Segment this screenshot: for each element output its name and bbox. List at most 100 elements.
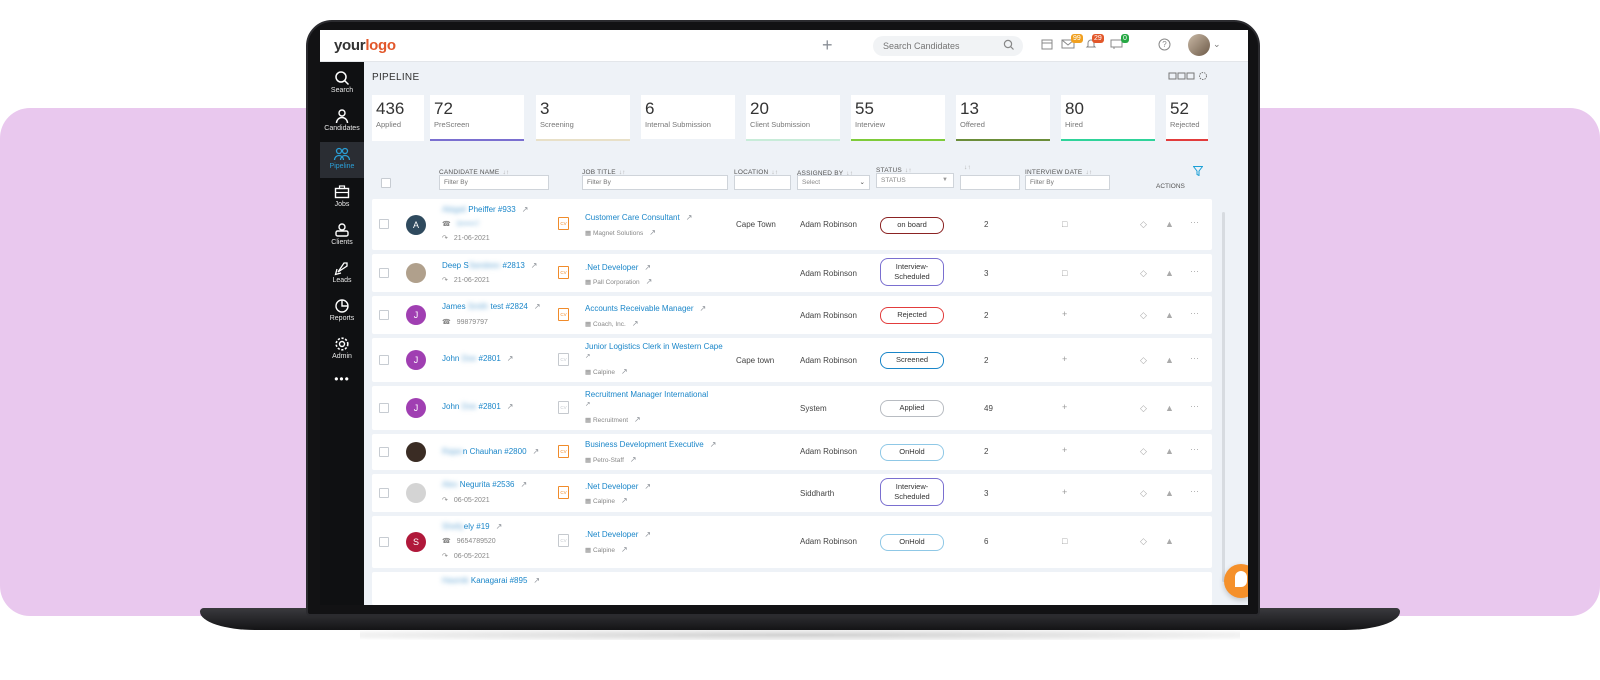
external-link-icon[interactable]: ↗ — [621, 367, 628, 376]
table-row[interactable]: Deep SSandeev #2813 ↗ ↷ 21-06-2021 CV .Net… — [372, 254, 1212, 292]
cv-icon[interactable]: CV — [558, 353, 569, 366]
chat-widget-button[interactable] — [1224, 564, 1248, 598]
candidate-name-link[interactable]: Deep SSandeev #2813 ↗ — [442, 261, 537, 270]
brand-logo[interactable]: yourlogo — [334, 37, 396, 54]
external-link-icon[interactable]: ↗ — [634, 415, 641, 424]
stat-offered[interactable]: 13 Offered — [956, 95, 1050, 141]
job-title-link[interactable]: Junior Logistics Clerk in Western Cape — [585, 342, 723, 351]
row-checkbox[interactable] — [379, 403, 389, 413]
sidebar-item-clients[interactable]: Clients — [320, 218, 364, 254]
add-plus-icon[interactable]: + — [822, 35, 833, 56]
job-title-link[interactable]: Business Development Executive ↗ — [585, 440, 716, 449]
row-checkbox[interactable] — [379, 268, 389, 278]
external-link-icon[interactable]: ↗ — [686, 213, 693, 222]
add-interview-icon[interactable]: + — [1062, 309, 1067, 319]
sidebar-item-jobs[interactable]: Jobs — [320, 180, 364, 216]
cv-icon[interactable]: CV — [558, 217, 569, 230]
user-avatar[interactable] — [1188, 34, 1210, 56]
status-badge[interactable]: on board — [880, 217, 944, 234]
external-link-icon[interactable]: ↗ — [646, 277, 653, 286]
add-interview-icon[interactable]: + — [1062, 354, 1067, 364]
tag-icon[interactable]: ◇ — [1140, 446, 1147, 457]
cv-icon[interactable]: CV — [558, 445, 569, 458]
candidate-name-link[interactable]: John Doe #2801 ↗ — [442, 402, 513, 411]
table-row[interactable]: Rajann Chauhan #2800 ↗ CV Business Develo… — [372, 434, 1212, 470]
tag-icon[interactable]: ◇ — [1140, 488, 1147, 499]
candidate-name-link[interactable]: Alex Negurita #2536 ↗ — [442, 480, 527, 489]
external-link-icon[interactable]: ↗ — [585, 352, 590, 360]
sidebar-item-admin[interactable]: Admin — [320, 332, 364, 368]
vertical-scrollbar[interactable] — [1222, 212, 1225, 582]
more-actions-icon[interactable]: ··· — [1190, 486, 1199, 496]
row-checkbox[interactable] — [379, 447, 389, 457]
sidebar-item-search[interactable]: Search — [320, 66, 364, 102]
external-link-icon[interactable]: ↗ — [533, 576, 540, 585]
more-actions-icon[interactable]: ··· — [1190, 217, 1199, 227]
external-link-icon[interactable]: ↗ — [632, 319, 639, 328]
more-actions-icon[interactable]: ··· — [1190, 444, 1199, 454]
sidebar-item-pipeline[interactable]: Pipeline — [320, 142, 364, 178]
job-title-link[interactable]: .Net Developer ↗ — [585, 530, 651, 539]
bell-icon[interactable]: ▲ — [1165, 403, 1174, 413]
external-link-icon[interactable]: ↗ — [700, 304, 707, 313]
candidate-name-link[interactable]: Abigail Pheiffer #933 ↗ — [442, 205, 528, 214]
add-interview-icon[interactable]: + — [1062, 487, 1067, 497]
table-row[interactable]: Hasmik Kanagarai #895 ↗ — [372, 572, 1212, 605]
search-icon[interactable] — [1003, 39, 1015, 51]
tag-icon[interactable]: ◇ — [1140, 536, 1147, 547]
job-filter-input[interactable] — [582, 175, 728, 190]
external-link-icon[interactable]: ↗ — [644, 482, 651, 491]
external-link-icon[interactable]: ↗ — [531, 261, 538, 270]
cv-icon[interactable]: CV — [558, 486, 569, 499]
sidebar-item-reports[interactable]: Reports — [320, 294, 364, 330]
cv-icon[interactable]: CV — [558, 534, 569, 547]
status-badge[interactable]: OnHold — [880, 444, 944, 461]
external-link-icon[interactable]: ↗ — [621, 496, 628, 505]
help-icon[interactable]: ? — [1158, 38, 1171, 51]
external-link-icon[interactable]: ↗ — [507, 402, 514, 411]
filter-icon[interactable] — [1193, 166, 1203, 176]
document-icon[interactable]: □ — [1062, 219, 1067, 229]
status-badge[interactable]: Interview-Scheduled — [880, 478, 944, 506]
external-link-icon[interactable]: ↗ — [621, 545, 628, 554]
external-link-icon[interactable]: ↗ — [710, 440, 717, 449]
job-title-link[interactable]: Recruitment Manager International — [585, 390, 708, 399]
chevron-down-icon[interactable]: ⌄ — [1213, 39, 1221, 50]
candidate-name-link[interactable]: John Doe #2801 ↗ — [442, 354, 513, 363]
cv-icon[interactable]: CV — [558, 266, 569, 279]
status-badge[interactable]: Interview-Scheduled — [880, 258, 944, 286]
candidate-name-link[interactable]: Rajann Chauhan #2800 ↗ — [442, 447, 539, 456]
more-actions-icon[interactable]: ··· — [1190, 266, 1199, 276]
status-badge[interactable]: OnHold — [880, 534, 944, 551]
sort-icon[interactable]: ↓↑ — [964, 164, 971, 171]
external-link-icon[interactable]: ↗ — [630, 455, 637, 464]
row-checkbox[interactable] — [379, 219, 389, 229]
calendar-icon[interactable] — [1041, 38, 1053, 50]
stat-prescreen[interactable]: 72 PreScreen — [430, 95, 524, 141]
external-link-icon[interactable]: ↗ — [585, 400, 590, 408]
view-toggle-icon[interactable] — [1168, 71, 1208, 81]
more-actions-icon[interactable]: ··· — [1190, 401, 1199, 411]
more-actions-icon[interactable]: ··· — [1190, 308, 1199, 318]
stat-internal-submission[interactable]: 6 Internal Submission — [641, 95, 735, 141]
external-link-icon[interactable]: ↗ — [533, 447, 540, 456]
assigned-select[interactable]: Select ⌄ — [797, 175, 870, 190]
external-link-icon[interactable]: ↗ — [496, 522, 503, 531]
tag-icon[interactable]: ◇ — [1140, 310, 1147, 321]
add-interview-icon[interactable]: + — [1062, 445, 1067, 455]
interview-date-filter-input[interactable] — [1025, 175, 1110, 190]
external-link-icon[interactable]: ↗ — [649, 228, 656, 237]
bell-icon[interactable]: ▲ — [1165, 310, 1174, 320]
bell-icon[interactable]: ▲ — [1165, 446, 1174, 456]
table-row[interactable]: Alex Negurita #2536 ↗ ↷ 06-05-2021 CV .Net… — [372, 474, 1212, 512]
cv-icon[interactable]: CV — [558, 308, 569, 321]
table-row[interactable]: S Shellyely #19 ↗ ☎ 9654789520 ↷ 06-05-2021… — [372, 516, 1212, 568]
status-badge[interactable]: Rejected — [880, 307, 944, 324]
bell-icon[interactable]: ▲ — [1165, 536, 1174, 546]
job-title-link[interactable]: Customer Care Consultant ↗ — [585, 213, 692, 222]
external-link-icon[interactable]: ↗ — [507, 354, 514, 363]
sidebar-item-candidates[interactable]: Candidates — [320, 104, 364, 140]
status-badge[interactable]: Applied — [880, 400, 944, 417]
row-checkbox[interactable] — [379, 488, 389, 498]
external-link-icon[interactable]: ↗ — [521, 480, 528, 489]
